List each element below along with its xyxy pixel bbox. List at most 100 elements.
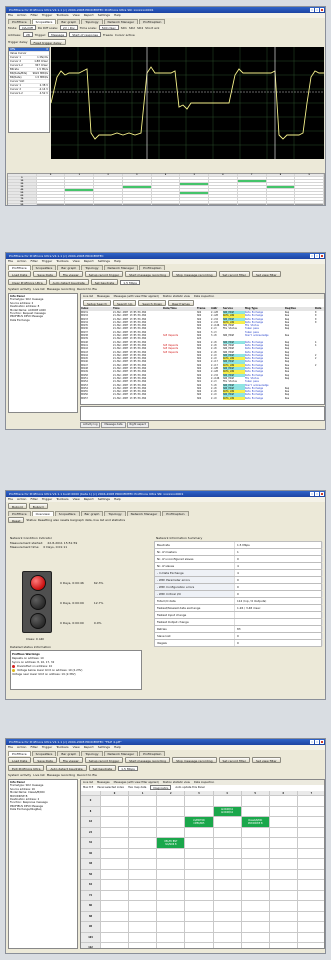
station-cell[interactable]: [241, 796, 270, 807]
station-cell[interactable]: [213, 901, 242, 912]
check-sd4[interactable]: SD4: [137, 26, 143, 30]
close-button[interactable]: [320, 254, 324, 258]
station-cell[interactable]: [101, 806, 130, 817]
station-cell[interactable]: [101, 796, 130, 807]
station-cell[interactable]: [185, 869, 214, 880]
menu-view[interactable]: View: [73, 497, 80, 502]
search-down-button[interactable]: Search Down: [138, 300, 167, 306]
time-scale-select[interactable]: 500 nSec: [98, 25, 119, 30]
station-cell[interactable]: [185, 932, 214, 943]
station-cell[interactable]: [185, 890, 214, 901]
subtab-station-statistics[interactable]: Station statistic view: [163, 294, 190, 299]
tab-topology[interactable]: Topology: [81, 751, 103, 756]
station-cell[interactable]: [213, 890, 242, 901]
menu-view[interactable]: View: [73, 745, 80, 750]
station-cell[interactable]: [213, 817, 242, 828]
menu-help[interactable]: Help: [114, 745, 121, 750]
menu-report[interactable]: Report: [84, 745, 94, 750]
station-cell[interactable]: [269, 806, 298, 817]
station-cell[interactable]: [269, 911, 298, 922]
baudrate-select[interactable]: 1.5 Mbps: [118, 765, 138, 771]
station-cell[interactable]: [297, 912, 324, 922]
station-cell[interactable]: [101, 859, 130, 870]
tab-profitrace[interactable]: ProfiTrace: [8, 751, 31, 756]
station-cell[interactable]: [297, 870, 324, 880]
station-cell[interactable]: [101, 922, 130, 933]
station-cell[interactable]: [297, 838, 324, 849]
station-cell[interactable]: [241, 806, 270, 817]
station-cell[interactable]: [157, 880, 186, 891]
station-cell[interactable]: [101, 827, 130, 838]
close-button[interactable]: [320, 492, 324, 496]
station-cell[interactable]: [269, 827, 298, 838]
station-cell[interactable]: [129, 796, 158, 807]
station-cell[interactable]: [297, 859, 324, 870]
station-cell[interactable]: [101, 890, 130, 901]
menu-trigger[interactable]: Trigger: [42, 497, 52, 502]
station-cell[interactable]: [101, 880, 130, 891]
set-baudrate-button[interactable]: Set baudrate: [88, 765, 117, 771]
station-cell[interactable]: [129, 806, 158, 817]
menu-filter[interactable]: Filter: [30, 13, 37, 18]
tab-proficaptain[interactable]: ProfiCaptain: [162, 511, 189, 516]
auto-detect-baudrate-button[interactable]: Auto detect baudrate: [46, 765, 87, 771]
tab-bar-graph[interactable]: Bar graph: [80, 511, 104, 516]
record-filter-button[interactable]: Set record filter: [218, 757, 250, 763]
menu-trigger[interactable]: Trigger: [42, 259, 52, 264]
station-cell[interactable]: [297, 901, 324, 912]
station-cell[interactable]: [269, 838, 298, 849]
station-cell[interactable]: [129, 817, 158, 828]
menu-filter[interactable]: Filter: [30, 497, 37, 502]
close-button[interactable]: [320, 8, 324, 12]
station-cell[interactable]: [213, 827, 242, 838]
cfg-row[interactable]: Cursor1-2 4.52 V: [9, 92, 49, 96]
menu-trigger[interactable]: Trigger: [42, 13, 52, 18]
check-sd2[interactable]: SD2: [129, 26, 135, 30]
save-data-button[interactable]: Save Data: [33, 271, 57, 277]
tab-message-data[interactable]: Message data: [101, 422, 126, 428]
station-cell[interactable]: [269, 890, 298, 901]
bubord-button[interactable]: Bubord: [8, 503, 27, 509]
station-cell[interactable]: [213, 796, 242, 807]
start-recording-button[interactable]: Start message recording: [125, 757, 171, 763]
tab-bar-graph[interactable]: Bar graph: [57, 19, 81, 24]
station-cell[interactable]: [241, 911, 270, 922]
menu-toolbars[interactable]: Toolbars: [56, 497, 68, 502]
file-viewer-button[interactable]: File viewer: [58, 271, 83, 277]
tab-network-manager[interactable]: Network Manager: [103, 19, 139, 24]
menu-view[interactable]: View: [73, 13, 80, 18]
station-cell[interactable]: [297, 828, 324, 838]
station-cell[interactable]: [241, 932, 270, 943]
station-cell[interactable]: [213, 922, 242, 933]
station-cell[interactable]: [185, 859, 214, 870]
tab-profitrace[interactable]: ProfiTrace: [8, 19, 31, 24]
menu-filter[interactable]: Filter: [30, 745, 37, 750]
load-data-button[interactable]: Load Data: [8, 757, 32, 763]
menu-help[interactable]: Help: [114, 13, 121, 18]
station-cell[interactable]: [129, 922, 158, 933]
station-cell[interactable]: [101, 932, 130, 943]
check-sd1[interactable]: SD1: [121, 26, 127, 30]
station-cell[interactable]: [101, 848, 130, 859]
maximize-button[interactable]: [315, 254, 319, 258]
station-cell[interactable]: [241, 838, 270, 849]
station-cell[interactable]: [213, 869, 242, 880]
station-cell[interactable]: [129, 901, 158, 912]
station-cell[interactable]: [297, 891, 324, 901]
menu-help[interactable]: Help: [114, 259, 121, 264]
tab-network-manager[interactable]: Network Manager: [126, 511, 162, 516]
maximize-button[interactable]: [315, 740, 319, 744]
subtab-data-inspection[interactable]: Data inspection: [194, 294, 214, 299]
subtab-messages[interactable]: Messages: [97, 294, 110, 299]
maximize-button[interactable]: [315, 492, 319, 496]
station-cell[interactable]: [129, 827, 158, 838]
station-cell[interactable]: [157, 943, 186, 948]
station-cell[interactable]: [101, 911, 130, 922]
station-cell[interactable]: [241, 869, 270, 880]
station-cell[interactable]: [213, 911, 242, 922]
minimize-button[interactable]: [310, 492, 314, 496]
station-cell[interactable]: [213, 848, 242, 859]
minimize-button[interactable]: [310, 8, 314, 12]
start-recording-button[interactable]: Start message recording: [125, 271, 171, 277]
station-cell[interactable]: [241, 880, 270, 891]
